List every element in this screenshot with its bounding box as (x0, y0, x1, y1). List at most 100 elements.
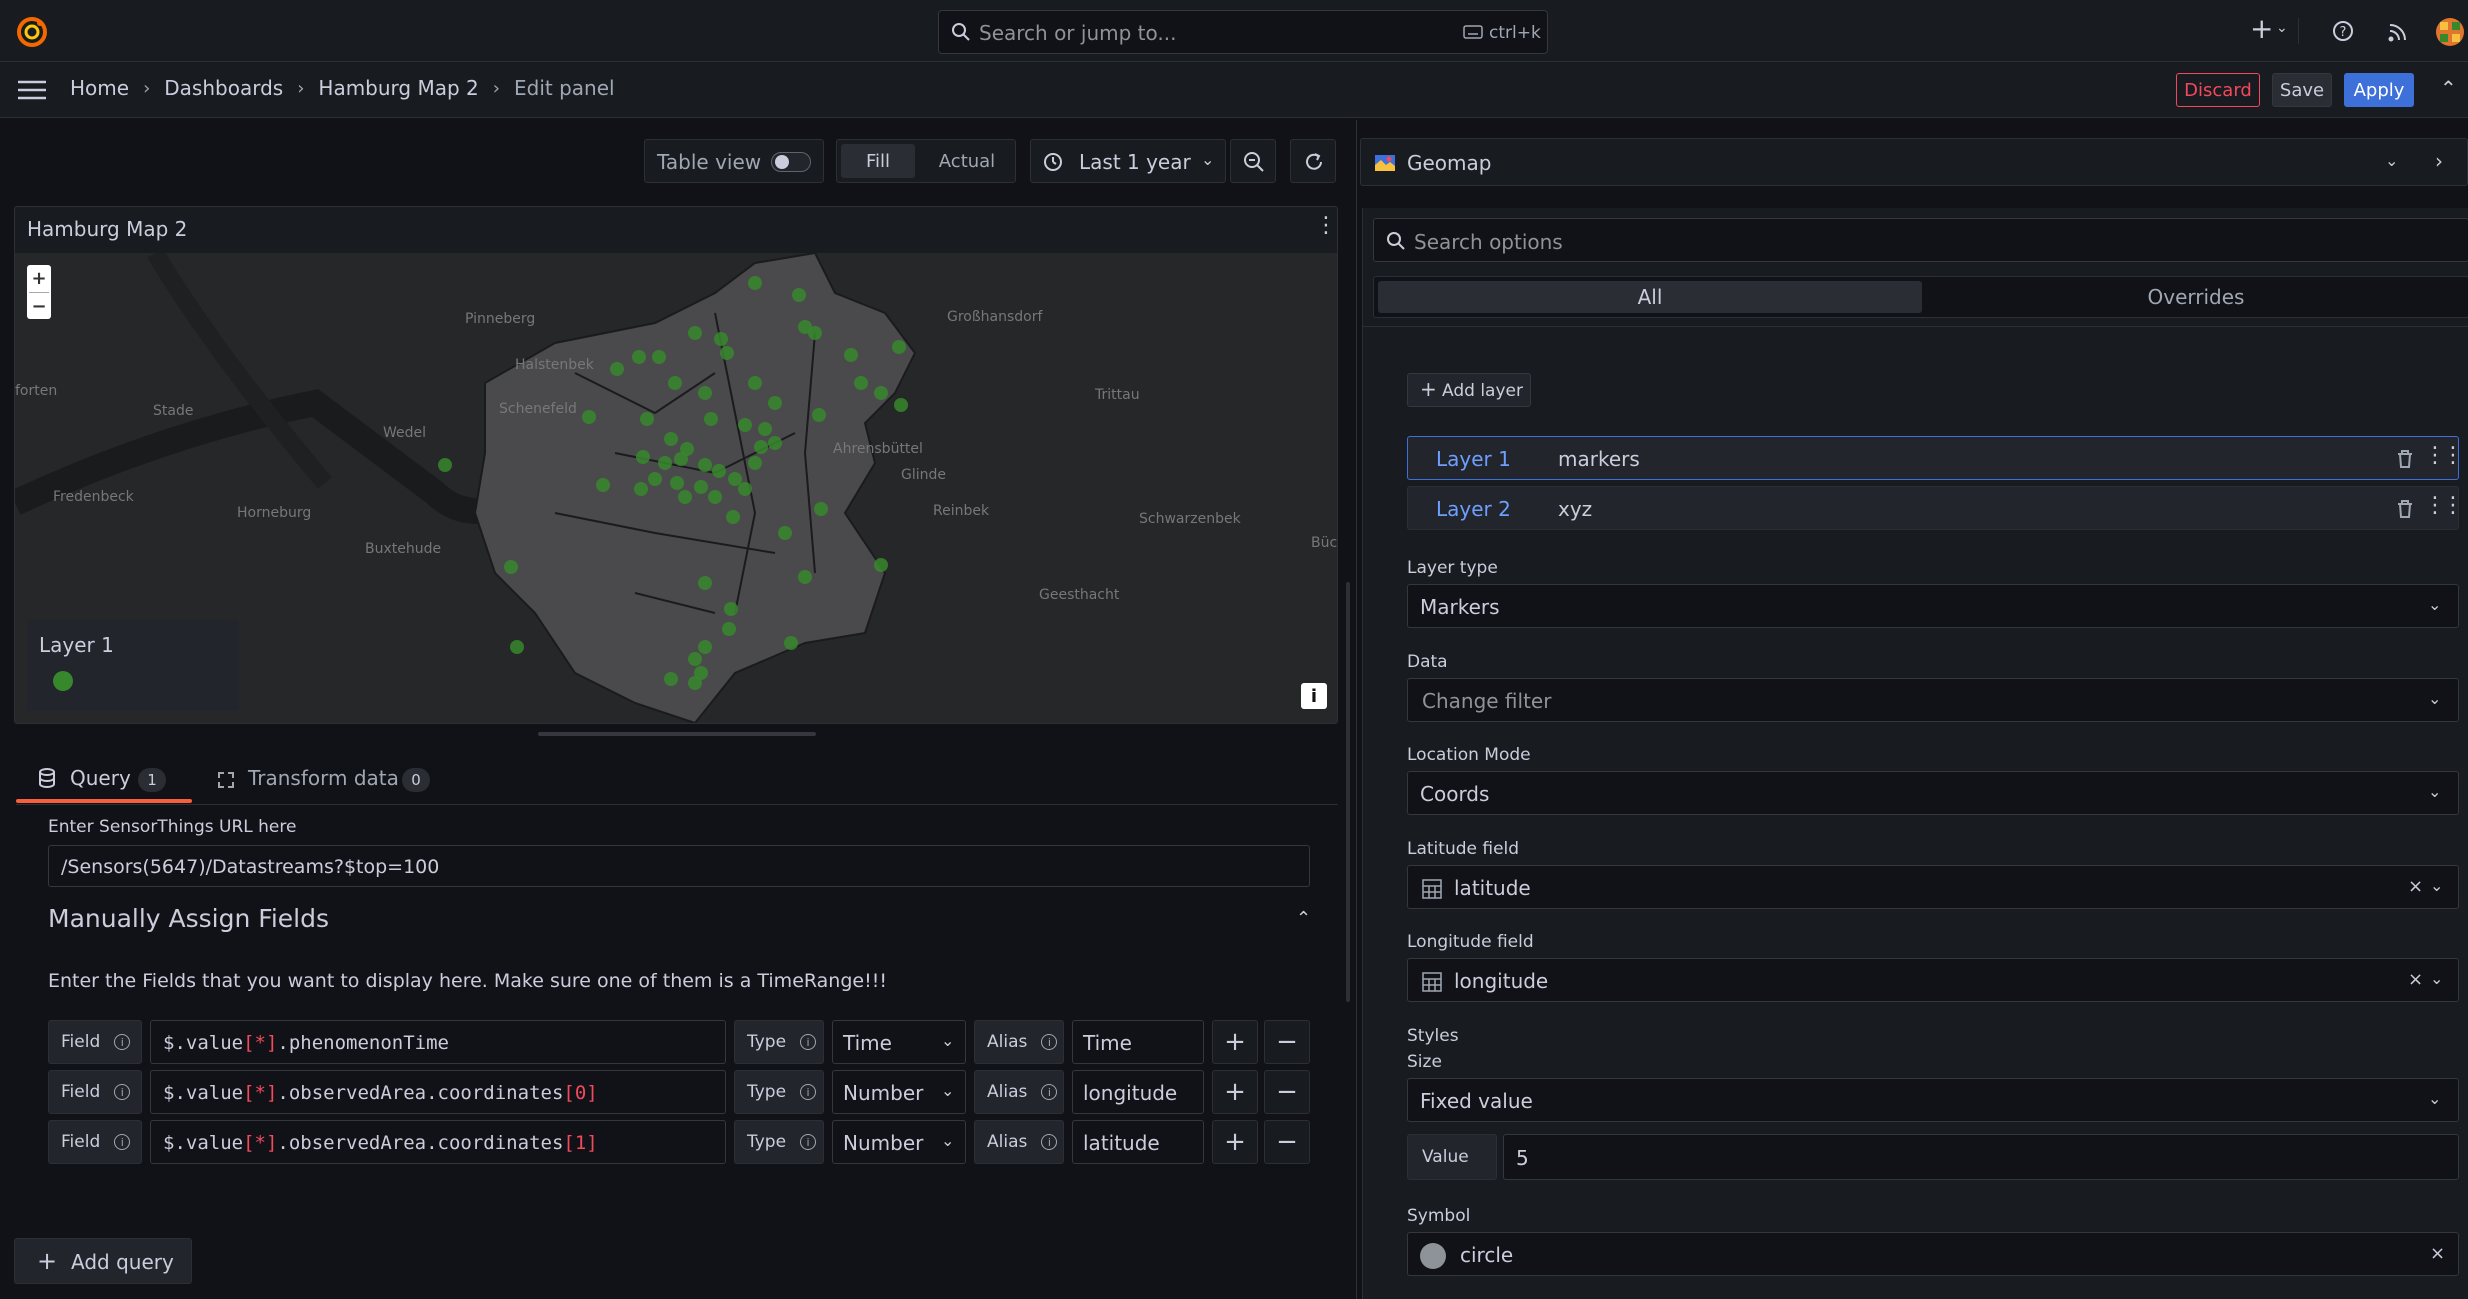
rss-icon[interactable] (2388, 22, 2408, 42)
longitude-value: longitude (1454, 969, 1549, 993)
layer-item[interactable]: Layer 1 markers ⋮⋮ (1407, 436, 2464, 480)
trash-icon[interactable] (2396, 449, 2414, 469)
zoom-in-button[interactable]: + (27, 265, 51, 291)
clear-icon[interactable]: × (2408, 876, 2423, 897)
add-layer-button[interactable]: + Add layer (1407, 373, 1531, 407)
avatar[interactable] (2436, 18, 2464, 46)
panel-menu-icon[interactable]: ⋮ (1315, 213, 1337, 238)
search-options-input[interactable]: Search options (1373, 218, 2468, 262)
tab-transform-label: Transform data (248, 766, 399, 790)
tab-transform-count: 0 (402, 768, 430, 792)
longitude-field-select[interactable]: longitude × ⌄ (1407, 958, 2459, 1002)
map-label: Reinbek (933, 503, 990, 519)
remove-field-button[interactable]: − (1264, 1070, 1310, 1114)
value-input[interactable]: 5 (1503, 1134, 2459, 1180)
add-field-button[interactable]: + (1212, 1120, 1258, 1164)
map-label: Ahrensbüttel (833, 441, 923, 457)
clear-icon[interactable]: × (2408, 969, 2423, 990)
chevron-up-icon[interactable]: ⌃ (1296, 908, 1311, 929)
table-view-toggle[interactable]: Table view (644, 139, 824, 183)
breadcrumb-separator-icon: › (297, 77, 305, 99)
add-field-button[interactable]: + (1212, 1070, 1258, 1114)
symbol-select[interactable]: circle × (1407, 1232, 2459, 1276)
remove-field-button[interactable]: − (1264, 1120, 1310, 1164)
apply-button[interactable]: Apply (2344, 73, 2414, 107)
remove-field-button[interactable]: − (1264, 1020, 1310, 1064)
field-path-input[interactable]: $.value[*].phenomenonTime (150, 1020, 726, 1064)
visualization-picker[interactable]: Geomap ⌄ › (1360, 138, 2468, 186)
menu-icon[interactable] (18, 79, 46, 101)
data-filter-select[interactable]: Change filter ⌄ (1407, 678, 2459, 722)
scrollbar[interactable] (1346, 582, 1350, 1002)
breadcrumb-dashboard[interactable]: Hamburg Map 2 (318, 76, 478, 100)
switch-knob (775, 155, 789, 169)
search-icon (951, 22, 971, 42)
url-label: Enter SensorThings URL here (48, 817, 297, 837)
alias-input-value: Time (1083, 1031, 1132, 1055)
chevron-down-icon: ⌄ (2430, 969, 2444, 988)
breadcrumb: Home › Dashboards › Hamburg Map 2 › Edit… (70, 76, 615, 100)
panel-title: Hamburg Map 2 (27, 217, 188, 241)
pane-splitter[interactable] (1356, 120, 1357, 1299)
time-picker[interactable]: Last 1 year ⌄ (1030, 139, 1226, 183)
latitude-field-select[interactable]: latitude × ⌄ (1407, 865, 2459, 909)
symbol-label: Symbol (1407, 1206, 1471, 1226)
map-canvas[interactable]: Pinneberg Halstenbek Schenefeld Stade We… (15, 253, 1337, 723)
alias-input[interactable]: latitude (1072, 1120, 1204, 1164)
layer-type-select[interactable]: Markers ⌄ (1407, 584, 2459, 628)
add-field-button[interactable]: + (1212, 1020, 1258, 1064)
alias-input[interactable]: longitude (1072, 1070, 1204, 1114)
fill-button[interactable]: Fill (841, 144, 915, 178)
field-path-value: $.value[*].phenomenonTime (163, 1032, 449, 1054)
alias-input[interactable]: Time (1072, 1020, 1204, 1064)
chevron-down-icon[interactable]: ⌄ (2276, 20, 2288, 36)
zoom-out-time-button[interactable] (1230, 139, 1276, 183)
location-mode-select[interactable]: Coords ⌄ (1407, 771, 2459, 815)
type-select[interactable]: Number ⌄ (832, 1070, 966, 1114)
keyboard-icon (1463, 25, 1483, 39)
tab-overrides[interactable]: Overrides (1926, 281, 2466, 313)
actual-button[interactable]: Actual (925, 144, 1009, 178)
refresh-icon (1303, 151, 1325, 173)
refresh-button[interactable] (1290, 139, 1336, 183)
url-input-value: /Sensors(5647)/Datastreams?$top=100 (61, 856, 440, 878)
chevron-down-icon: ⌄ (2430, 876, 2444, 895)
layer-item[interactable]: Layer 2 xyz ⋮⋮ (1407, 486, 2464, 530)
breadcrumb-home[interactable]: Home (70, 76, 129, 100)
drag-handle-icon[interactable]: ⋮⋮ (2424, 443, 2464, 468)
grafana-logo-icon[interactable] (16, 16, 48, 48)
field-path-input[interactable]: $.value[*].observedArea.coordinates[0] (150, 1070, 726, 1114)
type-select[interactable]: Number ⌄ (832, 1120, 966, 1164)
layer-name: Layer 1 (1436, 447, 1511, 471)
alias-label: Alias i (974, 1120, 1064, 1164)
save-button[interactable]: Save (2272, 73, 2332, 107)
help-icon[interactable]: ? (2332, 20, 2354, 42)
tab-all[interactable]: All (1378, 281, 1922, 313)
trash-icon[interactable] (2396, 499, 2414, 519)
zoom-out-button[interactable]: − (27, 293, 51, 319)
clear-icon[interactable]: × (2430, 1243, 2445, 1264)
plus-icon[interactable]: + (2250, 12, 2273, 45)
chevron-down-icon: ⌄ (2428, 1089, 2442, 1108)
search-bar[interactable]: Search or jump to... ctrl+k (938, 10, 1548, 54)
collapse-icon[interactable]: ⌃ (2440, 76, 2457, 100)
url-input[interactable]: /Sensors(5647)/Datastreams?$top=100 (48, 845, 1310, 887)
divider (1363, 326, 2468, 327)
discard-button[interactable]: Discard (2176, 73, 2260, 107)
plus-icon: + (37, 1247, 58, 1275)
longitude-label: Longitude field (1407, 932, 1534, 952)
chevron-down-icon: ⌄ (2428, 595, 2442, 614)
map-label: Fredenbeck (53, 489, 135, 505)
type-select[interactable]: Time ⌄ (832, 1020, 966, 1064)
chevron-right-icon[interactable]: › (2435, 149, 2443, 173)
panel-resize-handle[interactable] (538, 732, 816, 736)
add-query-button[interactable]: + Add query (14, 1238, 192, 1284)
breadcrumb-dashboards[interactable]: Dashboards (164, 76, 283, 100)
map-label: forten (15, 383, 57, 399)
attribution-button[interactable]: i (1301, 683, 1327, 709)
field-label: Field i (48, 1120, 142, 1164)
size-mode-select[interactable]: Fixed value ⌄ (1407, 1078, 2459, 1122)
field-path-input[interactable]: $.value[*].observedArea.coordinates[1] (150, 1120, 726, 1164)
table-view-switch[interactable] (771, 152, 811, 172)
drag-handle-icon[interactable]: ⋮⋮ (2424, 493, 2464, 518)
